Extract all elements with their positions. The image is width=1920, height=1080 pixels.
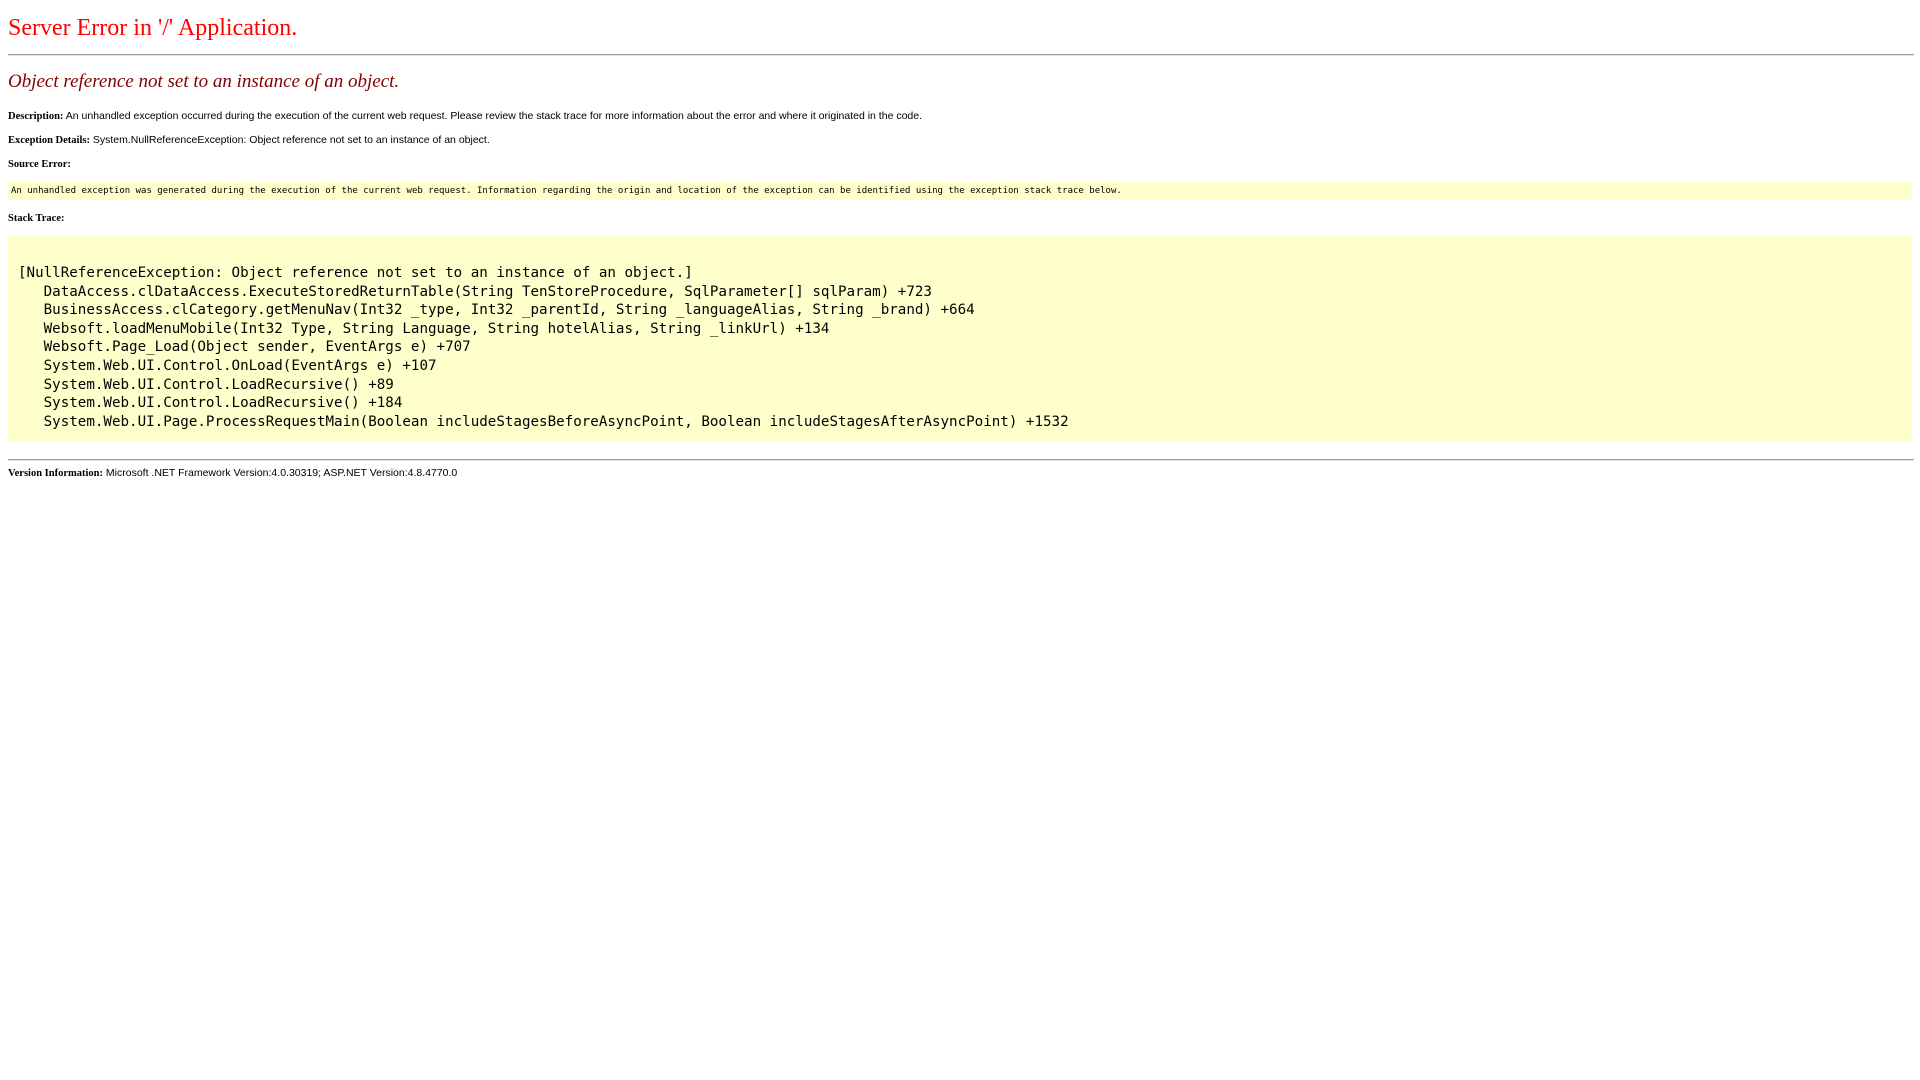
- version-information-label: Version Information:: [8, 468, 103, 479]
- footer-divider: [8, 459, 1914, 461]
- stack-trace-line: DataAccess.clDataAccess.ExecuteStoredRet…: [18, 283, 932, 300]
- exception-details-text: System.NullReferenceException: Object re…: [89, 134, 490, 146]
- stack-trace-code-block[interactable]: [NullReferenceException: Object referenc…: [8, 236, 1912, 442]
- stack-trace-line: Websoft.Page_Load(Object sender, EventAr…: [18, 339, 471, 356]
- exception-details-section: Exception Details: System.NullReferenceE…: [8, 133, 490, 148]
- description-section: Description: An unhandled exception occu…: [8, 109, 922, 124]
- description-label: Description:: [8, 111, 64, 122]
- source-error-section: Source Error:: [8, 157, 71, 172]
- stack-trace-label: Stack Trace:: [8, 213, 65, 224]
- version-information-section: Version Information: Microsoft .NET Fram…: [8, 466, 457, 481]
- stack-trace-line: [NullReferenceException: Object referenc…: [18, 265, 693, 281]
- error-message: Object reference not set to an instance …: [8, 71, 400, 92]
- stack-trace-section: Stack Trace:: [8, 211, 64, 226]
- stack-trace-line: System.Web.UI.Page.ProcessRequestMain(Bo…: [18, 413, 1069, 430]
- source-error-label: Source Error:: [8, 159, 71, 170]
- title-divider: [8, 54, 1914, 56]
- exception-details-label: Exception Details:: [8, 135, 90, 146]
- stack-trace-line: System.Web.UI.Control.LoadRecursive() +1…: [18, 395, 403, 412]
- description-text: An unhandled exception occurred during t…: [63, 110, 923, 122]
- source-error-code-block[interactable]: An unhandled exception was generated dur…: [8, 182, 1912, 200]
- stack-trace-line: BusinessAccess.clCategory.getMenuNav(Int…: [18, 302, 975, 319]
- stack-trace-line: System.Web.UI.Control.OnLoad(EventArgs e…: [18, 357, 437, 374]
- stack-trace-line: Websoft.loadMenuMobile(Int32 Type, Strin…: [18, 320, 830, 337]
- page-title: Server Error in '/' Application.: [8, 15, 298, 41]
- error-page: Server Error in '/' Application. Object …: [0, 0, 1920, 1080]
- version-information-text: Microsoft .NET Framework Version:4.0.303…: [103, 467, 458, 479]
- stack-trace-line: System.Web.UI.Control.LoadRecursive() +8…: [18, 376, 394, 393]
